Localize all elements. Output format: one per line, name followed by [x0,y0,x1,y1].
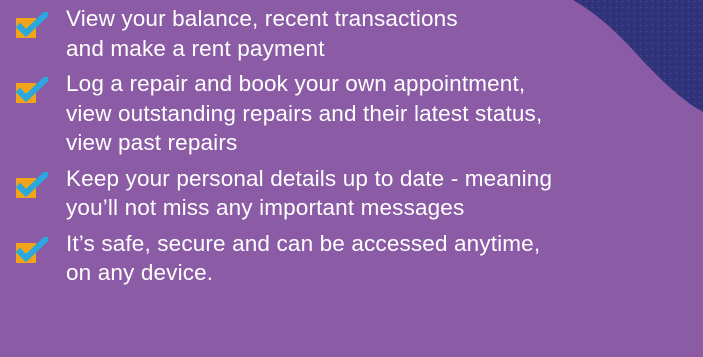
benefits-list: View your balance, recent transactions a… [14,4,703,294]
benefit-text: It’s safe, secure and can be accessed an… [66,230,541,286]
checkbox-check-icon [16,236,48,263]
checkbox-check-icon [16,12,48,38]
benefit-text: Keep your personal details up to date - … [66,165,553,221]
benefit-text: View your balance, recent transactions a… [66,6,458,61]
benefit-item: View your balance, recent transactions a… [14,4,703,63]
checkbox-check-icon [16,171,48,198]
checkbox-check-icon [16,77,48,103]
benefit-text: Log a repair and book your own appointme… [66,71,543,155]
benefit-item: It’s safe, secure and can be accessed an… [14,229,703,288]
benefit-item: Keep your personal details up to date - … [14,164,703,223]
benefit-item: Log a repair and book your own appointme… [14,69,703,158]
